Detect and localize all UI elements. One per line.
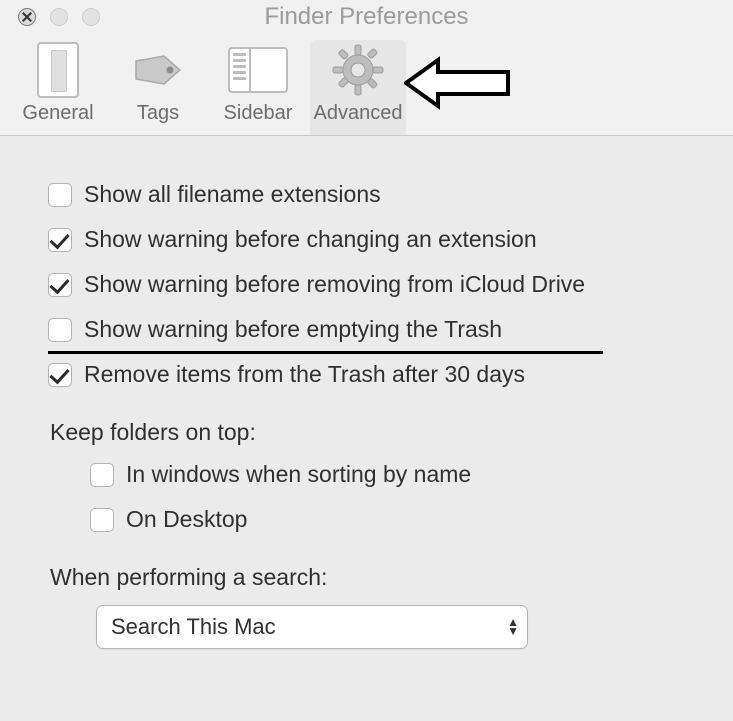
label-remove-after-30-days: Remove items from the Trash after 30 day… [84, 361, 525, 388]
search-heading: When performing a search: [48, 542, 713, 597]
search-scope-select[interactable]: Search This Mac ▲▼ [96, 605, 528, 649]
search-scope-value: Search This Mac [111, 614, 276, 640]
tab-label-general: General [10, 102, 106, 125]
option-show-all-extensions: Show all filename extensions [48, 172, 713, 217]
checkbox-warn-empty-trash[interactable] [48, 318, 72, 342]
checkbox-warn-change-extension[interactable] [48, 228, 72, 252]
checkbox-remove-after-30-days[interactable] [48, 363, 72, 387]
keep-folders-heading: Keep folders on top: [48, 397, 713, 452]
tab-general[interactable]: General [10, 40, 106, 135]
window-title: Finder Preferences [0, 3, 733, 31]
option-folders-in-windows: In windows when sorting by name [90, 452, 713, 497]
label-warn-change-extension: Show warning before changing an extensio… [84, 226, 537, 253]
option-remove-after-30-days: Remove items from the Trash after 30 day… [48, 352, 713, 397]
window-controls [0, 8, 100, 26]
chevron-up-down-icon: ▲▼ [507, 618, 519, 636]
tab-tags[interactable]: Tags [110, 40, 206, 135]
option-warn-empty-trash: Show warning before emptying the Trash [48, 307, 713, 352]
gear-icon [310, 40, 406, 100]
annotation-arrow-icon [404, 54, 514, 117]
checkbox-folders-in-windows[interactable] [90, 463, 114, 487]
titlebar: Finder Preferences [0, 0, 733, 34]
advanced-pane: Show all filename extensions Show warnin… [0, 136, 733, 669]
tag-icon [110, 40, 206, 100]
switch-icon [37, 42, 79, 98]
option-warn-remove-icloud: Show warning before removing from iCloud… [48, 262, 713, 307]
checkbox-show-all-extensions[interactable] [48, 183, 72, 207]
sidebar-icon [228, 47, 288, 93]
checkbox-folders-on-desktop[interactable] [90, 508, 114, 532]
minimize-window-button[interactable] [50, 8, 68, 26]
preferences-toolbar: General Tags Sidebar [0, 34, 733, 136]
close-window-button[interactable] [18, 8, 36, 26]
tab-advanced[interactable]: Advanced [310, 40, 406, 135]
label-folders-on-desktop: On Desktop [126, 506, 247, 533]
option-warn-change-extension: Show warning before changing an extensio… [48, 217, 713, 262]
checkbox-warn-remove-icloud[interactable] [48, 273, 72, 297]
tab-sidebar[interactable]: Sidebar [210, 40, 306, 135]
label-warn-empty-trash: Show warning before emptying the Trash [84, 316, 502, 343]
label-folders-in-windows: In windows when sorting by name [126, 461, 471, 488]
tab-label-sidebar: Sidebar [210, 102, 306, 125]
option-folders-on-desktop: On Desktop [90, 497, 713, 542]
tab-label-tags: Tags [110, 102, 206, 125]
zoom-window-button[interactable] [82, 8, 100, 26]
label-show-all-extensions: Show all filename extensions [84, 181, 381, 208]
tab-label-advanced: Advanced [310, 102, 406, 125]
label-warn-remove-icloud: Show warning before removing from iCloud… [84, 271, 585, 298]
